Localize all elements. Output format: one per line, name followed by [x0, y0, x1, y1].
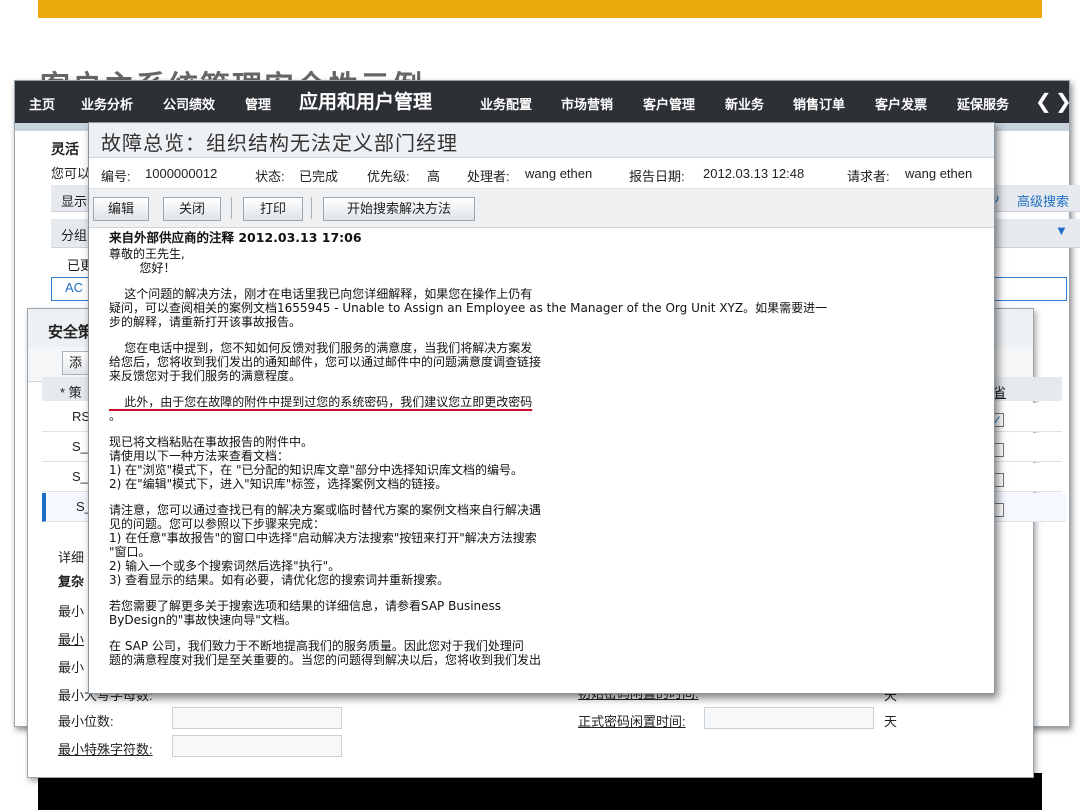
formal-pw-idle-field[interactable] — [704, 707, 874, 729]
nav-item-home[interactable]: 主页 — [29, 94, 55, 113]
formal-pw-idle-label: 正式密码闲置时间: — [578, 714, 686, 729]
para4-line5: 2) 输入一个或多个搜索词然后选择"执行"。 — [109, 559, 341, 573]
password-warning-highlight: 此外，由于您在故障的附件中提到过您的系统密码，我们建议您立即更改密码 — [109, 395, 533, 409]
nav-item-customer-invoices[interactable]: 客户发票 — [875, 94, 927, 113]
min-label-3: 最小 — [58, 660, 85, 675]
date-value: 2012.03.13 12:48 — [703, 166, 805, 181]
note-header: 来自外部供应商的注释 2012.03.13 17:06 — [109, 231, 362, 245]
complex-label: 复杂 — [58, 574, 85, 589]
advanced-search-link[interactable]: 高级搜索 — [1017, 191, 1069, 210]
incident-overview-window: 故障总览：组织结构无法定义部门经理 编号: 1000000012 状态: 已完成… — [88, 122, 995, 694]
para5-line1: 若您需要了解更多关于搜索选项和结果的详细信息，请参看SAP Business — [109, 599, 502, 613]
nav-next-icon[interactable]: ❯ — [1055, 89, 1072, 114]
nav-item-marketing[interactable]: 市场营销 — [561, 94, 613, 113]
priority-label: 优先级: — [367, 169, 410, 184]
processor-value: wang ethen — [525, 166, 593, 181]
para1-line1: 这个问题的解决方法，刚才在电话里我已向您详细解释，如果您在操作上仍有 — [109, 287, 533, 301]
para3-line3: 1) 在"浏览"模式下，在 "已分配的知识库文章"部分中选择知识库文档的编号。 — [109, 463, 524, 477]
security-title: 安全策 — [48, 324, 94, 341]
min-label-2: 最小 — [58, 632, 85, 647]
processor-label: 处理者: — [467, 169, 510, 184]
greeting-line-2: 您好！ — [109, 261, 176, 275]
incident-title-bar: 故障总览：组织结构无法定义部门经理 — [89, 123, 994, 158]
nav-item-business-config[interactable]: 业务配置 — [480, 94, 532, 113]
nav-item-business-analytics[interactable]: 业务分析 — [81, 94, 133, 113]
nav-item-sales-orders[interactable]: 销售订单 — [793, 94, 845, 113]
nav-item-company-performance[interactable]: 公司绩效 — [163, 94, 215, 113]
para2-line2: 给您后，您将收到我们发出的通知邮件，您可以通过邮件中的问题满意度调查链接 — [109, 355, 542, 369]
id-label: 编号: — [101, 169, 131, 184]
nav-item-management[interactable]: 管理 — [245, 94, 271, 113]
min-digits-field[interactable] — [172, 707, 342, 729]
min-special-field[interactable] — [172, 735, 342, 757]
id-value: 1000000012 — [145, 166, 218, 181]
nav-item-new-business[interactable]: 新业务 — [725, 94, 764, 113]
main-nav-bar: 主页 业务分析 公司绩效 管理 应用和用户管理 业务配置 市场营销 客户管理 新… — [15, 81, 1072, 123]
nav-item-customer-management[interactable]: 客户管理 — [643, 94, 695, 113]
min-digits-label: 最小位数: — [58, 714, 114, 729]
highlight-period: 。 — [109, 409, 122, 423]
filter-icon[interactable]: ▼ — [1055, 223, 1068, 238]
min-special-label: 最小特殊字符数: — [58, 742, 153, 757]
print-button[interactable]: 打印 — [243, 197, 303, 221]
slide-top-bar — [38, 0, 1042, 18]
requester-label: 请求者: — [847, 169, 890, 184]
col-policy-header: * 策 — [60, 385, 82, 400]
para4-line4: "窗口。 — [109, 545, 151, 559]
para4-line3: 1) 在任意"事故报告"的窗口中选择"启动解决方法搜索"按钮来打开"解决方法搜索 — [109, 531, 537, 545]
incident-toolbar: 编辑 关闭 打印 开始搜索解决方法 — [89, 189, 994, 228]
start-solution-search-button[interactable]: 开始搜索解决方法 — [323, 197, 475, 221]
requester-value: wang ethen — [905, 166, 973, 181]
bg-selected-value: AC — [65, 280, 84, 295]
incident-note-body: 来自外部供应商的注释 2012.03.13 17:06 尊敬的王先生, 您好！ … — [109, 231, 984, 691]
add-button[interactable]: 添 — [62, 351, 90, 375]
incident-title: 故障总览：组织结构无法定义部门经理 — [101, 133, 458, 155]
para2-line1: 您在电话中提到，您不知如何反馈对我们服务的满意度，当我们将解决方案发 — [109, 341, 533, 355]
slide-bottom-bar — [38, 773, 1042, 810]
edit-button[interactable]: 编辑 — [93, 197, 149, 221]
status-value: 已完成 — [299, 169, 339, 184]
bg-heading: 灵活 — [51, 141, 79, 157]
para4-line6: 3) 查看显示的结果。如有必要，请优化您的搜索词并重新搜索。 — [109, 573, 450, 587]
para3-line2: 请使用以下一种方法来查看文档： — [109, 449, 290, 463]
bg-show-label: 显示 — [61, 194, 88, 209]
para1-line2: 疑问，可以查阅相关的案例文档1655945 - Unable to Assign… — [109, 301, 828, 315]
min-label-1: 最小 — [58, 604, 85, 619]
details-label: 详细 — [58, 550, 85, 565]
para6-line1: 在 SAP 公司，我们致力于不断地提高我们的服务质量。因此您对于我们处理问 — [109, 639, 524, 653]
para4-line1: 请注意，您可以通过查找已有的解决方案或临时替代方案的案例文档来自行解决遇 — [109, 503, 542, 517]
bg-subtext: 您可以 — [51, 166, 91, 181]
para3-line1: 现已将文档粘贴在事故报告的附件中。 — [109, 435, 314, 449]
nav-prev-icon[interactable]: ❮ — [1035, 89, 1052, 114]
greeting-line-1: 尊敬的王先生, — [109, 247, 185, 261]
para1-line3: 步的解释，请重新打开该事故报告。 — [109, 315, 302, 329]
toolbar-separator — [311, 197, 312, 219]
para4-line2: 见的问题。您可以参照以下步骤来完成： — [109, 517, 326, 531]
para3-line4: 2) 在"编辑"模式下，进入"知识库"标签，选择案例文档的链接。 — [109, 477, 448, 491]
para5-line2: ByDesign的"事故快速向导"文档。 — [109, 613, 297, 627]
para6-line2: 题的满意程度对我们是至关重要的。当您的问题得到解决以后，您将收到我们发出 — [109, 653, 542, 667]
nav-item-app-user-management[interactable]: 应用和用户管理 — [299, 87, 432, 114]
toolbar-separator — [231, 197, 232, 219]
nav-item-warranty-service[interactable]: 延保服务 — [957, 94, 1009, 113]
close-button[interactable]: 关闭 — [163, 197, 221, 221]
row-policy-name: S_ — [72, 469, 88, 484]
bg-group-label: 分组 — [61, 228, 88, 243]
para2-line3: 来反馈您对于我们服务的满意程度。 — [109, 369, 302, 383]
priority-value: 高 — [427, 169, 441, 184]
date-label: 报告日期: — [629, 169, 685, 184]
unit-days: 天 — [884, 714, 898, 729]
row-policy-name: S_ — [72, 439, 88, 454]
status-label: 状态: — [255, 169, 285, 184]
incident-info-bar: 编号: 1000000012 状态: 已完成 优先级: 高 处理者: wang … — [89, 158, 994, 189]
